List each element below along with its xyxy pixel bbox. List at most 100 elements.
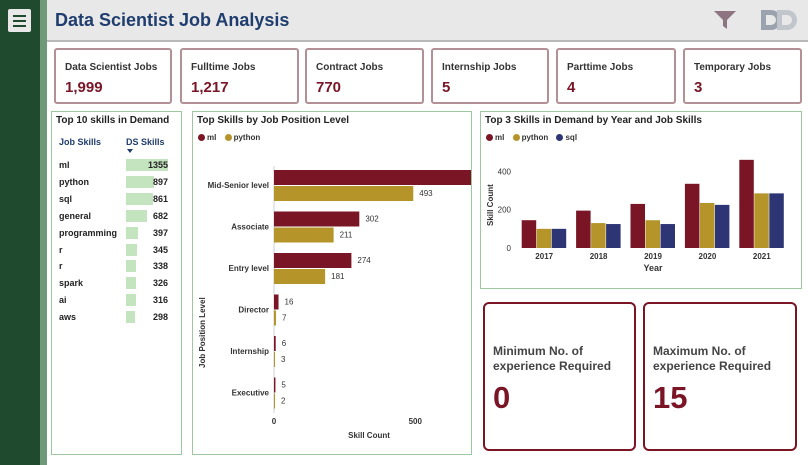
bar-python[interactable] — [591, 223, 606, 248]
table-row[interactable]: ai 316 — [52, 292, 180, 309]
skill-count-bar — [126, 260, 137, 273]
kpi-label: Temporary Jobs — [694, 62, 772, 73]
table-row[interactable]: r 338 — [52, 258, 180, 275]
skill-name: general — [59, 210, 92, 221]
data-label: 5 — [281, 381, 286, 390]
bar-python[interactable] — [274, 227, 334, 243]
kpi-card-data-scientist-jobs: Data Scientist Jobs 1,999 — [54, 48, 172, 104]
skill-count: 682 — [152, 210, 168, 221]
chart-year-skills-panel: Top 3 Skills in Demand by Year and Job S… — [480, 111, 802, 289]
x-axis-title: Year — [643, 263, 663, 273]
data-label: 274 — [357, 256, 371, 265]
panel-title: Top 10 skills in Demand — [56, 115, 170, 126]
kpi-label: Data Scientist Jobs — [65, 62, 158, 73]
bar-ml[interactable] — [274, 170, 471, 185]
bar-python[interactable] — [274, 310, 276, 326]
bar-ml[interactable] — [274, 336, 276, 351]
page-title: Data Scientist Job Analysis — [55, 10, 290, 30]
bar-ml[interactable] — [274, 377, 276, 393]
bar-python[interactable] — [274, 352, 275, 367]
sort-desc-icon[interactable] — [127, 149, 133, 153]
table-row[interactable]: aws 298 — [52, 309, 180, 326]
table-row[interactable]: r 345 — [52, 242, 180, 259]
data-label: 181 — [331, 272, 345, 281]
x-tick-label: 2017 — [535, 252, 553, 261]
table-row[interactable]: ml 1355 — [52, 157, 180, 174]
kpi-label: Contract Jobs — [316, 62, 384, 73]
skill-name: programming — [59, 227, 118, 238]
bar-sql[interactable] — [551, 228, 567, 248]
bar-sql[interactable] — [660, 224, 676, 248]
skill-count: 897 — [152, 176, 168, 187]
skill-count-bar — [126, 175, 154, 188]
kpi-card-fulltime-jobs: Fulltime Jobs 1,217 — [180, 48, 299, 104]
bar-sql[interactable] — [714, 204, 730, 248]
bar-ml[interactable] — [274, 294, 279, 310]
bar-ml[interactable] — [684, 183, 700, 248]
x-tick-label: 0 — [272, 417, 277, 426]
header-bar: Data Scientist Job Analysis — [47, 0, 808, 42]
skill-count: 316 — [152, 295, 168, 306]
skill-count: 345 — [152, 244, 168, 255]
y-axis-title: Job Position Level — [198, 297, 207, 368]
table-row[interactable]: python 897 — [52, 174, 180, 191]
skill-name: sql — [59, 193, 73, 204]
bar-python[interactable] — [274, 269, 326, 284]
sidebar-stripe — [40, 0, 47, 465]
bar-ml[interactable] — [521, 220, 537, 248]
kpi-card-contract-jobs: Contract Jobs 770 — [305, 48, 424, 104]
filter-icon[interactable] — [713, 9, 737, 31]
kpi-value: 5 — [442, 79, 451, 96]
kpi-card-internship-jobs: Internship Jobs 5 — [431, 48, 549, 104]
table-row[interactable]: programming 397 — [52, 225, 180, 242]
bar-python[interactable] — [274, 186, 414, 201]
category-label: Associate — [231, 223, 269, 232]
bar-ml[interactable] — [274, 211, 360, 227]
bar-python[interactable] — [645, 220, 661, 248]
kpi-card-parttime-jobs: Parttime Jobs 4 — [556, 48, 676, 104]
bar-sql[interactable] — [606, 224, 621, 248]
min-experience-label: Minimum No. of experience Required — [493, 344, 612, 373]
bar-sql[interactable] — [769, 193, 784, 248]
skill-count-bar — [126, 277, 137, 290]
max-experience-value: 15 — [653, 380, 688, 415]
chart-title: Top Skills by Job Position Level — [197, 115, 350, 126]
x-tick-label: 2020 — [699, 252, 717, 261]
bar-python[interactable] — [536, 228, 552, 248]
column-header-job-skills[interactable]: Job Skills — [59, 137, 101, 147]
kpi-card-temporary-jobs: Temporary Jobs 3 — [683, 48, 802, 104]
data-label: 6 — [282, 339, 287, 348]
bar-python[interactable] — [699, 202, 715, 248]
category-label: Internship — [230, 347, 269, 356]
data-label: 3 — [281, 355, 286, 364]
column-header-ds-skills[interactable]: DS Skills — [126, 137, 165, 147]
table-row[interactable]: sql 861 — [52, 191, 180, 208]
skill-count-bar — [126, 294, 136, 307]
min-experience-card: Minimum No. of experience Required 0 — [483, 302, 636, 451]
skill-count-bar — [126, 209, 148, 222]
bar-ml[interactable] — [576, 210, 591, 248]
bar-python[interactable] — [754, 193, 769, 248]
skill-count-bar — [126, 243, 137, 256]
min-experience-value: 0 — [493, 380, 511, 415]
skill-count: 397 — [152, 227, 168, 238]
category-label: Executive — [232, 389, 270, 398]
chart-title: Top 3 Skills in Demand by Year and Job S… — [485, 115, 702, 126]
data-label: 16 — [285, 298, 294, 307]
skill-count-bar — [126, 226, 139, 239]
y-tick-label: 0 — [507, 244, 512, 253]
table-row[interactable]: general 682 — [52, 208, 180, 225]
x-tick-label: 2021 — [753, 252, 771, 261]
table-row[interactable]: spark 326 — [52, 275, 180, 292]
data-label: 493 — [419, 189, 433, 198]
bar-ml[interactable] — [274, 253, 352, 268]
hamburger-menu-icon[interactable] — [8, 9, 31, 32]
skill-count: 298 — [152, 312, 168, 323]
chart-position-level-panel: Top Skills by Job Position Level ml pyth… — [192, 111, 472, 455]
x-axis-title: Skill Count — [348, 431, 390, 440]
category-label: Mid-Senior level — [208, 181, 269, 190]
sidebar — [0, 0, 40, 465]
bar-ml[interactable] — [739, 159, 754, 248]
bar-python[interactable] — [274, 393, 275, 409]
bar-ml[interactable] — [630, 203, 646, 248]
